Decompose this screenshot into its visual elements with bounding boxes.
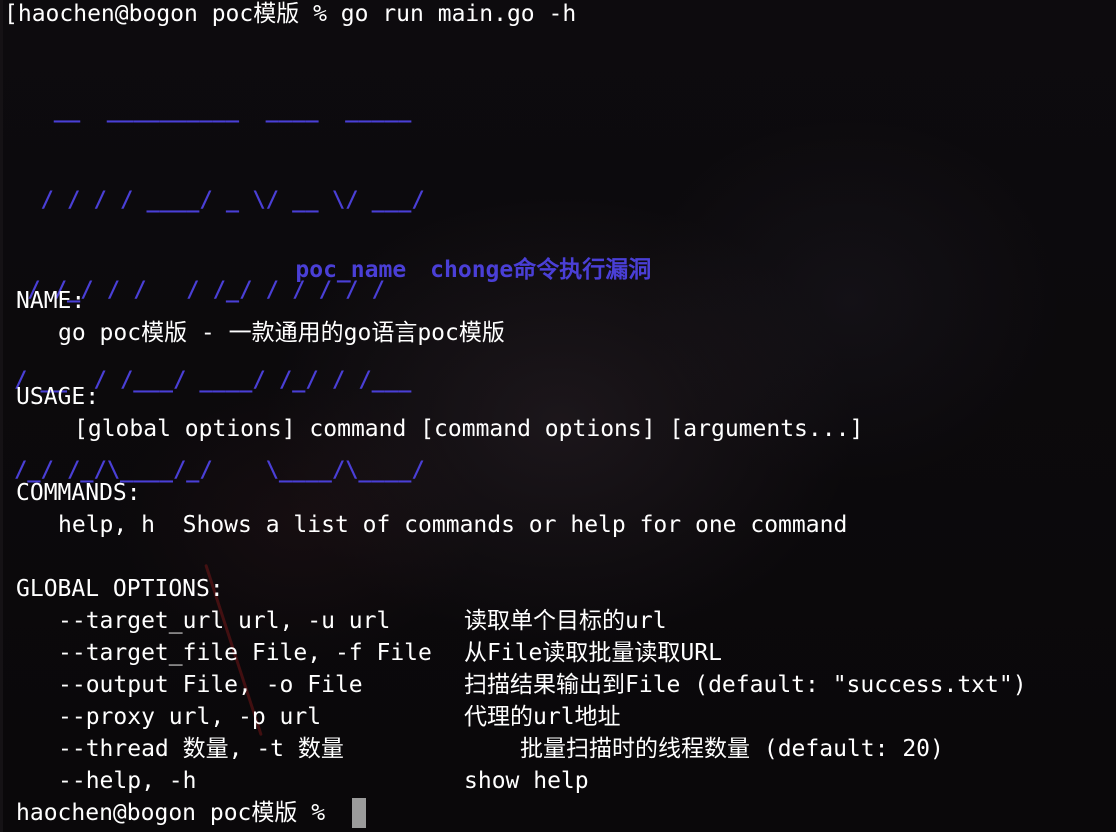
option-description: 扫描结果输出到File (default: "success.txt") <box>464 672 1027 698</box>
ascii-banner-line: __ __________ ____ _____ <box>14 98 412 123</box>
poc-description: chonge命令执行漏洞 <box>430 257 652 283</box>
option-flag: --output File, -o File <box>58 672 363 698</box>
option-flag: --target_url url, -u url <box>58 608 391 634</box>
option-flag: --thread 数量, -t 数量 <box>58 736 344 762</box>
option-description: 批量扫描时的线程数量 (default: 20) <box>520 736 944 762</box>
terminal-window[interactable]: [haochen@bogon poc模版 % go run main.go -h… <box>0 0 1116 832</box>
global-options-header: GLOBAL OPTIONS: <box>16 576 224 602</box>
usage-section-body: [global options] command [command option… <box>74 416 864 442</box>
name-section-header: NAME: <box>16 288 86 314</box>
text-cursor[interactable] <box>352 798 366 828</box>
ascii-banner-line: / / / / ____/ _ \/ __ \/ ___/ <box>14 188 425 213</box>
commands-section-body: help, h Shows a list of commands or help… <box>58 512 848 538</box>
option-description: show help <box>464 768 589 794</box>
option-description: 代理的url地址 <box>464 704 621 730</box>
commands-section-header: COMMANDS: <box>16 480 141 506</box>
option-flag: --target_file File, -f File <box>58 640 432 666</box>
shell-prompt: haochen@bogon poc模版 % <box>16 800 326 826</box>
poc-name-label: poc_name <box>295 257 407 283</box>
option-description: 从File读取批量读取URL <box>464 640 722 666</box>
option-flag: --proxy url, -p url <box>58 704 322 730</box>
option-description: 读取单个目标的url <box>464 608 667 634</box>
option-flag: --help, -h <box>58 768 197 794</box>
command-prompt-line: [haochen@bogon poc模版 % go run main.go -h <box>4 1 577 27</box>
usage-section-header: USAGE: <box>16 384 100 410</box>
poc-title: poc_name chonge命令执行漏洞 <box>240 222 675 318</box>
name-section-body: go poc模版 - 一款通用的go语言poc模版 <box>58 320 505 346</box>
